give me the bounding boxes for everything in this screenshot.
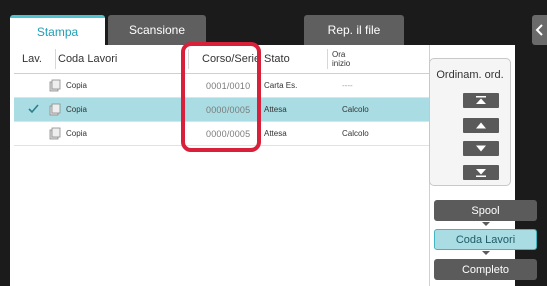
down-arrow-icon	[482, 222, 490, 226]
move-to-top-button[interactable]	[463, 93, 499, 108]
check-icon	[28, 104, 39, 114]
spool-button[interactable]: Spool	[434, 200, 537, 221]
job-status: Attesa	[264, 129, 287, 138]
sort-order-title: Ordinam. ord.	[436, 69, 504, 81]
move-up-button[interactable]	[463, 118, 499, 133]
copy-job-icon	[49, 103, 61, 116]
arrow-down-icon	[476, 145, 486, 152]
column-header-stato: Stato	[264, 53, 290, 65]
move-to-bottom-icon	[476, 169, 486, 177]
move-to-bottom-button[interactable]	[463, 165, 499, 180]
job-name: Copia	[66, 105, 87, 114]
job-start-time: ----	[342, 81, 353, 90]
job-name: Copia	[66, 129, 87, 138]
column-header-ora-inizio: Ora inizio	[332, 50, 351, 68]
job-start-time: Calcolo	[342, 129, 369, 138]
job-start-time: Calcolo	[342, 105, 369, 114]
collapse-panel-button[interactable]	[532, 15, 547, 45]
arrow-up-icon	[476, 122, 486, 129]
job-status: Carta Es.	[264, 81, 298, 90]
completo-button[interactable]: Completo	[434, 259, 537, 280]
job-name: Copia	[66, 81, 87, 90]
coda-lavori-button[interactable]: Coda Lavori	[434, 229, 537, 250]
tab-stampa[interactable]: Stampa	[10, 15, 105, 45]
column-divider	[55, 49, 56, 69]
column-header-coda-lavori: Coda Lavori	[58, 53, 118, 65]
tab-scansione[interactable]: Scansione	[108, 15, 206, 45]
move-to-top-icon	[476, 96, 486, 104]
column-divider	[327, 49, 328, 69]
corso-serie-highlight	[181, 42, 261, 152]
move-down-button[interactable]	[463, 141, 499, 156]
job-status: Attesa	[264, 105, 287, 114]
column-header-lav: Lav.	[22, 53, 42, 65]
copy-job-icon	[49, 79, 61, 92]
print-status-screen: Stampa Scansione Rep. il file Lav. Coda …	[0, 0, 547, 286]
chevron-left-icon	[535, 24, 543, 36]
sort-order-box: Ordinam. ord.	[429, 58, 511, 186]
tab-rep-il-file[interactable]: Rep. il file	[304, 15, 404, 45]
down-arrow-icon	[482, 251, 490, 255]
copy-job-icon	[49, 127, 61, 140]
